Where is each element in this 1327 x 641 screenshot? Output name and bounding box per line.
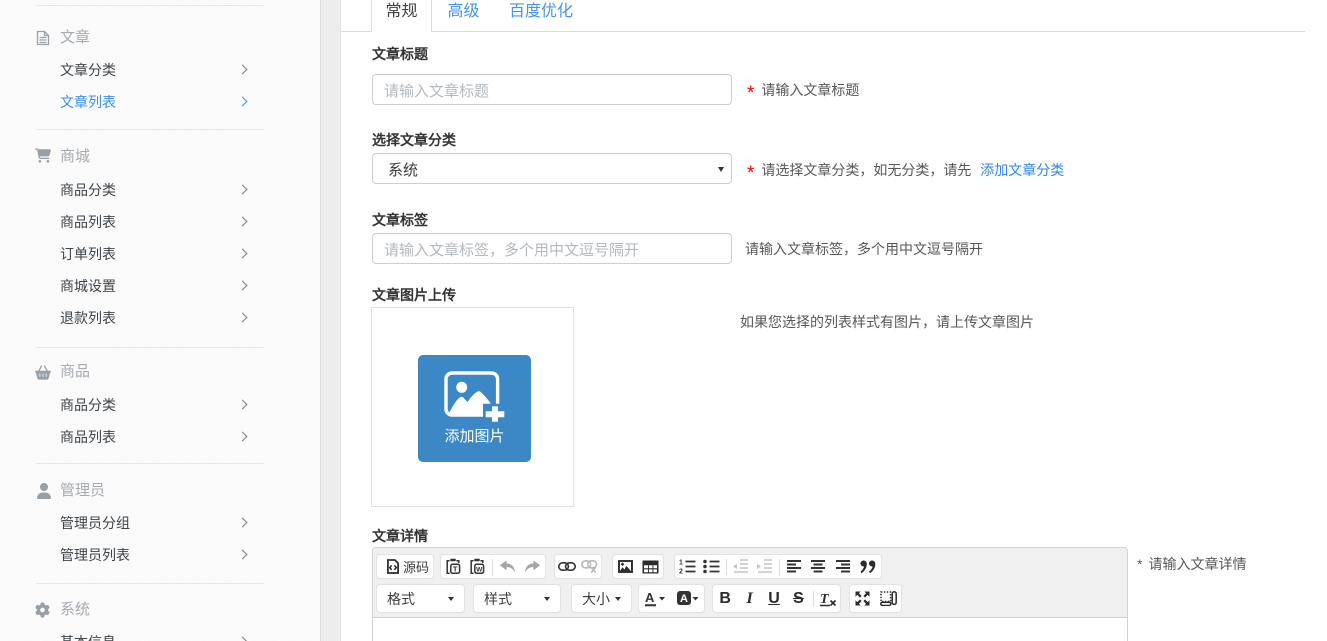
svg-text:A: A	[645, 590, 655, 605]
svg-text:A: A	[680, 593, 688, 605]
svg-text:T: T	[453, 564, 458, 573]
svg-text:1: 1	[679, 560, 683, 567]
svg-text:W: W	[476, 566, 483, 573]
svg-text:2: 2	[679, 569, 683, 575]
